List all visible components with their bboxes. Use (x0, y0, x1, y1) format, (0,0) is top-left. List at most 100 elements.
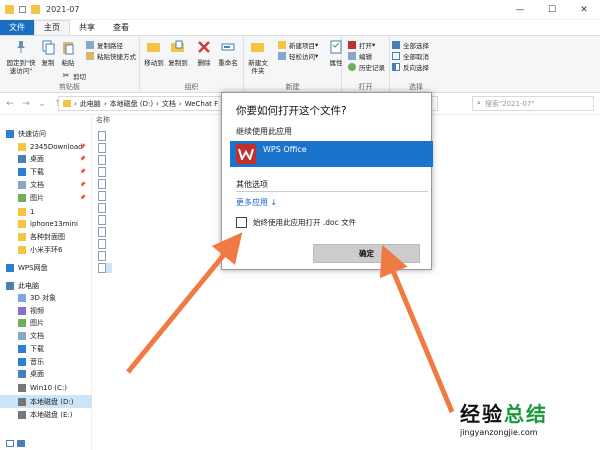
sidebar-item[interactable]: 3D 对象 (0, 291, 92, 304)
watermark: 经验总结 jingyanzongjie.com (460, 398, 600, 437)
copy-path-button[interactable]: 复制路径 (86, 40, 123, 50)
forward-arrow-icon[interactable]: → (20, 99, 32, 109)
sidebar-item[interactable]: 文档 📌 (0, 178, 92, 191)
select-all-button[interactable]: 全部选择 (392, 40, 429, 50)
file-row[interactable] (98, 155, 110, 165)
file-row[interactable] (98, 167, 110, 177)
rename-button[interactable]: 重命名 (216, 39, 240, 67)
new-item-label: 新建项目 (289, 42, 315, 50)
properties-label: 属性 (329, 59, 343, 67)
pin-quick-access-button[interactable]: 固定到"快速访问" (4, 39, 38, 75)
pin-icon (17, 41, 25, 53)
maximize-button[interactable]: ☐ (536, 0, 568, 20)
minimize-button[interactable]: — (504, 0, 536, 20)
more-apps-link[interactable]: 更多应用 ↓ (236, 197, 277, 208)
sidebar-item-label: 快速访问 (18, 129, 46, 138)
sidebar-item-label: iphone13mini (30, 219, 78, 228)
breadcrumb-separator: › (178, 99, 182, 108)
select-all-label: 全部选择 (403, 42, 429, 50)
breadcrumb-wechat[interactable]: WeChat F (185, 100, 218, 108)
tab-file[interactable]: 文件 (0, 20, 34, 35)
sidebar-item[interactable]: 本地磁盘 (D:) (0, 395, 92, 408)
file-row[interactable] (98, 179, 110, 189)
edit-button[interactable]: 编辑 (348, 51, 372, 61)
sidebar-item[interactable]: 图片 (0, 316, 92, 329)
select-none-button[interactable]: 全部取消 (392, 51, 429, 61)
sidebar-item[interactable]: 图片 📌 (0, 191, 92, 204)
paste-shortcut-button[interactable]: 粘贴快捷方式 (86, 51, 136, 61)
new-folder-button[interactable]: 新建文件夹 (246, 39, 270, 75)
sidebar-item[interactable]: iphone13mini (0, 217, 92, 230)
chevron-down-icon[interactable]: ⌄ (36, 99, 48, 109)
invert-selection-button[interactable]: 反向选择 (392, 62, 429, 72)
sidebar-item-label: 桌面 (30, 154, 44, 163)
always-use-checkbox[interactable] (236, 217, 247, 228)
document-icon (98, 215, 106, 225)
checkbox-icon[interactable] (19, 6, 26, 13)
search-icon: ⌕ (477, 99, 481, 107)
breadcrumb-this-pc[interactable]: 此电脑 (80, 99, 101, 109)
document-icon (98, 239, 106, 249)
file-row[interactable] (98, 239, 110, 249)
file-row[interactable] (98, 143, 110, 153)
sidebar-item[interactable]: 快速访问 (0, 127, 92, 140)
paste-button[interactable]: 粘贴 (60, 39, 76, 67)
details-view-icon[interactable] (6, 439, 14, 447)
ok-button[interactable]: 确定 (313, 244, 420, 263)
new-item-button[interactable]: 新建项目 ▾ (278, 40, 318, 50)
properties-button[interactable]: 属性 (326, 39, 346, 67)
sidebar-item[interactable]: 桌面 (0, 367, 92, 380)
file-row[interactable] (98, 227, 110, 237)
history-button[interactable]: 历史记录 (348, 62, 385, 72)
easy-access-button[interactable]: 轻松访问 ▾ (278, 51, 318, 61)
file-row[interactable] (98, 191, 110, 201)
tab-view[interactable]: 查看 (104, 20, 138, 35)
close-button[interactable]: ✕ (568, 0, 600, 20)
file-row[interactable] (98, 263, 112, 273)
copy-to-button[interactable]: 复制到 (168, 39, 188, 67)
file-row[interactable] (98, 215, 110, 225)
file-row[interactable] (98, 251, 110, 261)
sidebar-item[interactable]: 小米手环6 (0, 243, 92, 256)
document-icon (98, 263, 106, 273)
sidebar-item[interactable]: 桌面 📌 (0, 152, 92, 165)
history-label: 历史记录 (359, 64, 385, 72)
wps-office-option[interactable]: WPS Office (230, 141, 433, 167)
search-input[interactable]: ⌕ 搜索"2021-07" (472, 96, 594, 111)
sidebar-item-label: 视频 (30, 306, 44, 315)
sidebar-item[interactable]: WPS网盘 (0, 261, 92, 274)
new-item-icon (278, 41, 286, 49)
picture-icon (18, 318, 26, 327)
breadcrumb-documents[interactable]: 文档 (162, 99, 176, 109)
edit-icon (348, 52, 356, 60)
always-use-checkbox-row[interactable]: 始终使用此应用打开 .doc 文件 (236, 217, 356, 228)
open-group: 属性 打开 ▾ 编辑 历史记录 打开 (330, 36, 390, 93)
file-row[interactable] (98, 131, 110, 141)
cut-button[interactable]: ✂ 剪切 (62, 71, 86, 82)
tab-home[interactable]: 主页 (34, 20, 70, 35)
sidebar-item[interactable]: 文档 (0, 329, 92, 342)
tab-share[interactable]: 共享 (70, 20, 104, 35)
sidebar-item[interactable]: 本地磁盘 (E:) (0, 408, 92, 421)
sidebar-item[interactable]: Win10 (C:) (0, 381, 92, 394)
sidebar-item-label: 文档 (30, 180, 44, 189)
folder-icon (18, 219, 26, 228)
sidebar-item[interactable]: 下载 (0, 342, 92, 355)
sidebar-item[interactable]: 下载 📌 (0, 165, 92, 178)
sidebar-item-label: 桌面 (30, 369, 44, 378)
open-button[interactable]: 打开 ▾ (348, 40, 375, 50)
watermark-url: jingyanzongjie.com (460, 428, 538, 437)
delete-button[interactable]: 删除 (196, 39, 212, 67)
clipboard-group-label: 剪贴板 (59, 83, 80, 91)
list-view-icon[interactable] (17, 439, 25, 447)
folder-icon (18, 232, 26, 241)
folder-icon (18, 207, 26, 216)
file-row[interactable] (98, 203, 110, 213)
back-arrow-icon[interactable]: ← (4, 99, 16, 109)
sidebar-item[interactable]: 各种封面图 (0, 230, 92, 243)
breadcrumb-drive-d[interactable]: 本地磁盘 (D:) (110, 99, 153, 109)
column-header-name[interactable]: 名称 (96, 115, 110, 125)
select-none-label: 全部取消 (403, 53, 429, 61)
move-to-button[interactable]: 移动到 (144, 39, 164, 67)
copy-button[interactable]: 复制 (40, 39, 56, 67)
